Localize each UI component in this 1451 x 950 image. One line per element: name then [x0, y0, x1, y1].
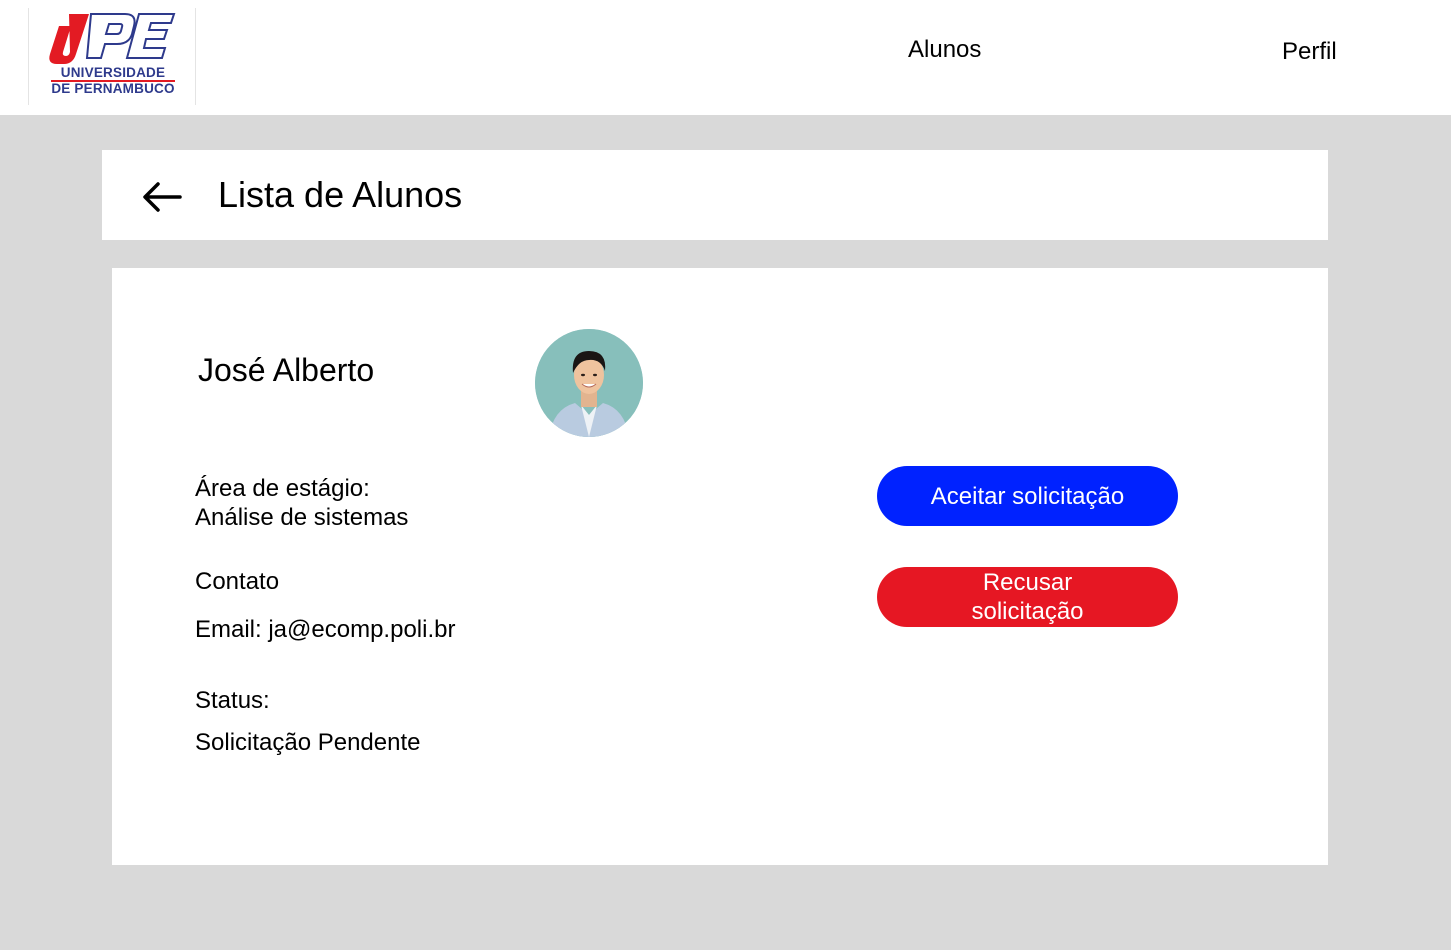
nav-perfil-link[interactable]: Perfil: [1282, 38, 1337, 66]
student-avatar: [535, 329, 643, 437]
top-header: UNIVERSIDADE DE PERNAMBUCO Alunos Perfil: [0, 0, 1451, 115]
status-value: Solicitação Pendente: [195, 729, 421, 756]
logo-line1: UNIVERSIDADE: [60, 65, 166, 80]
status-label: Status:: [195, 687, 270, 714]
student-photo: [535, 329, 643, 437]
logo-line2: DE PERNAMBUCO: [51, 81, 175, 96]
reject-request-button[interactable]: Recusar solicitação: [877, 567, 1178, 627]
accept-request-button[interactable]: Aceitar solicitação: [877, 466, 1178, 526]
page-title: Lista de Alunos: [218, 174, 463, 215]
upe-logo[interactable]: UNIVERSIDADE DE PERNAMBUCO: [28, 8, 196, 105]
title-bar: Lista de Alunos: [102, 150, 1328, 240]
arrow-left-icon: [143, 182, 182, 212]
student-name: José Alberto: [198, 352, 375, 388]
student-card: José Alberto Área de estágio: Análise de…: [112, 268, 1328, 865]
contact-label: Contato: [195, 568, 280, 595]
area-value: Análise de sistemas: [195, 504, 409, 531]
contact-email: Email: ja@ecomp.poli.br: [195, 616, 456, 643]
nav-alunos-link[interactable]: Alunos: [908, 36, 981, 64]
area-label: Área de estágio:: [195, 475, 370, 502]
back-button[interactable]: [140, 176, 186, 218]
